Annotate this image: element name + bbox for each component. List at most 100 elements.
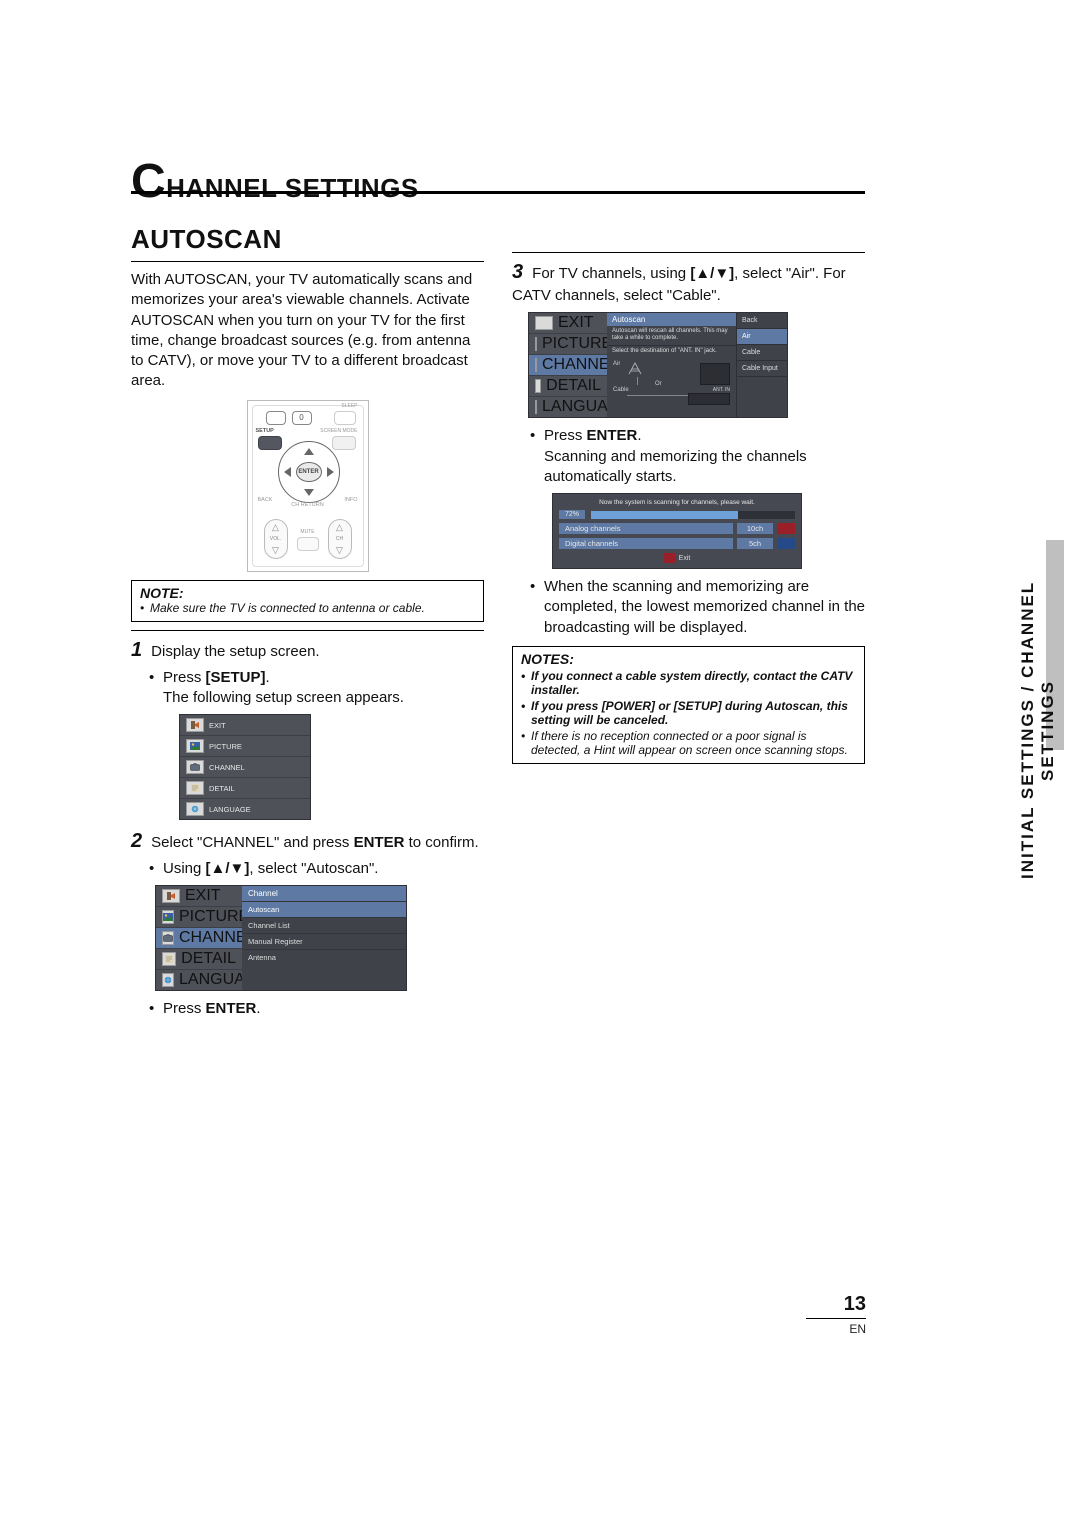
arrow-down-icon [304,489,314,496]
updown-arrows-label: [▲/▼] [206,860,250,877]
remote-enter-button: ENTER [296,462,322,482]
osd-exit-label: EXIT [209,721,226,730]
door-icon [162,889,180,903]
remote-info-label: INFO [344,497,357,503]
as-opt-cable-input: Cable Input [737,361,787,377]
osd-autoscan-figure: EXIT PICTURE CHANNEL DETAIL LANGUAGE Aut… [528,312,788,418]
as-exit-label: EXIT [558,314,594,332]
note-title: NOTE: [140,585,475,601]
remote-sleep-button [334,411,356,425]
analog-swatch [777,523,795,534]
globe-icon [162,973,174,987]
digital-value: 5ch [737,538,773,549]
step3-number: 3 [512,259,528,286]
as-item-detail: DETAIL [529,376,607,397]
updown-arrows-label: [▲/▼] [690,265,734,282]
osd-progress-figure: Now the system is scanning for channels,… [552,493,802,569]
remote-ch-label: CH [336,536,343,542]
analog-key: Analog channels [559,523,733,534]
osd-setup-menu: EXIT PICTURE CHANNEL DETAIL LANGUAGE [179,714,311,820]
press-enter-label-2: ENTER [587,427,638,444]
press-enter-post: . [256,1000,260,1017]
chapter-rest: HANNEL SETTINGS [166,173,419,203]
as-hint2: Select the destination of "ANT. IN" jack… [607,346,736,357]
progress-fill [591,511,738,519]
picture-icon [162,910,174,924]
channel-panel-autoscan: Autoscan [242,901,406,917]
section-title: AUTOSCAN [131,224,484,255]
digital-key: Digital channels [559,538,733,549]
step1-setup-button-label: [SETUP] [206,669,266,686]
as-opt-cable: Cable [737,345,787,361]
progress-message: Now the system is scanning for channels,… [559,499,795,506]
analog-value: 10ch [737,523,773,534]
stb-box-icon [688,393,730,405]
press-enter-pre: Press [163,1000,206,1017]
note-icon [186,781,204,795]
as-opt-back: Back [737,313,787,329]
note-icon [535,379,541,393]
remote-mute-label: MUTE [300,529,314,535]
notes-item-3: If there is no reception connected or a … [521,729,856,757]
notes-title: NOTES: [521,651,856,667]
note-text: Make sure the TV is connected to antenna… [140,601,475,615]
osd-channel-menu: EXIT PICTURE CHANNEL DETAIL LANGUAGE Cha… [155,885,407,991]
left-column: AUTOSCAN With AUTOSCAN, your TV automati… [131,222,484,1020]
channel-panel-manualregister: Manual Register [242,933,406,949]
remote-setup-label: SETUP [256,428,274,434]
osd-item-picture: PICTURE [180,736,310,757]
step2-enter-label: ENTER [354,834,405,851]
osd2-picture-label: PICTURE [179,908,249,926]
remote-screenmode-label: SCREEN MODE [320,428,357,434]
press-enter-post-2: . [637,427,641,444]
as-opt-air: Air [737,329,787,345]
as-air-label: Air [613,361,620,367]
remote-back-label: BACK [258,497,273,503]
remote-screenmode-button [332,436,356,450]
osd-item-language: LANGUAGE [180,799,310,819]
osd-item-channel: CHANNEL [180,757,310,778]
door-icon [535,316,553,330]
remote-mute-button [297,537,319,551]
as-hint1: Autoscan will rescan all channels. This … [607,326,736,345]
as-picture-label: PICTURE [542,335,612,353]
picture-icon [535,337,537,351]
osd2-item-language: LANGUAGE [156,970,242,990]
notes-item-1: If you connect a cable system directly, … [521,669,856,697]
remote-chreturn-label: CH RETURN [291,502,323,508]
as-cable-label: Cable [613,387,629,393]
remote-figure: SLEEP 0 SETUP SCREEN MODE ENTER BACK INF… [247,400,369,572]
press-enter-pre-2: Press [544,427,587,444]
step2-text-a: Select "CHANNEL" and press [151,834,353,851]
right-column: 3 For TV channels, using [▲/▼], select "… [512,222,865,1020]
remote-ch-rocker: △CH▽ [328,519,352,559]
remote-sleep-label: SLEEP [341,403,357,409]
step1-press-pre: Press [163,669,206,686]
step1-press-post: . [266,669,270,686]
exit-icon [664,553,676,563]
as-item-language: LANGUAGE [529,397,607,417]
osd-picture-label: PICTURE [209,742,242,751]
osd-channel-label: CHANNEL [209,763,245,772]
osd-detail-label: DETAIL [209,784,235,793]
step2: 2 Select "CHANNEL" and press ENTER to co… [131,828,484,879]
as-title: Autoscan [607,313,736,326]
progress-exit-label: Exit [679,555,691,562]
picture-icon [186,739,204,753]
remote-vol-label: VOL. [270,536,281,542]
notes-box: NOTES: If you connect a cable system dir… [512,646,865,764]
chapter-dropcap: C [131,155,166,208]
page-language: EN [849,1322,866,1336]
arrow-left-icon [284,467,291,477]
step2-using-a: Using [163,860,206,877]
divider [512,252,865,253]
osd2-item-channel: CHANNEL [156,928,242,949]
page-number: 13 [844,1293,866,1316]
page-number-underline [806,1318,866,1319]
divider [131,630,484,631]
progress-track [591,511,795,519]
top-rule [131,191,865,194]
step2-using-b: , select "Autoscan". [249,860,378,877]
osd2-detail-label: DETAIL [181,950,236,968]
chapter-title: CHANNEL SETTINGS [131,154,419,209]
